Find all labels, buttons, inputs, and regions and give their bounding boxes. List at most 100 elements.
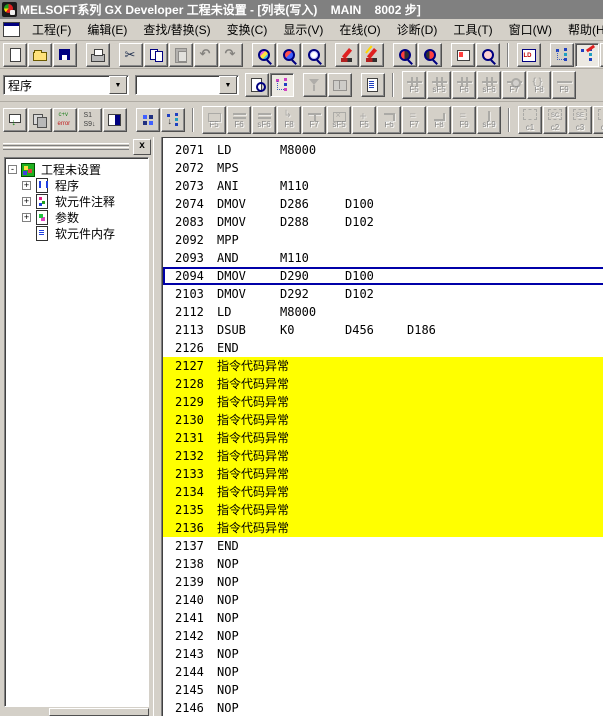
collapse-icon[interactable]: - <box>8 165 17 174</box>
menu-find-replace[interactable]: 查找/替换(S) <box>135 19 218 40</box>
list-row[interactable]: 2134 指令代码异常 <box>163 483 603 501</box>
corner-up-button[interactable]: F6 <box>377 106 401 134</box>
find-string-button[interactable] <box>302 43 326 67</box>
equal-line-button[interactable]: F7 <box>402 106 426 134</box>
list-row[interactable]: 2132 指令代码异常 <box>163 447 603 465</box>
tree-display-button[interactable] <box>161 108 185 132</box>
list-row[interactable]: 2083 DMOV D288 D102 <box>163 213 603 231</box>
write-mode-button[interactable] <box>575 43 599 67</box>
corner-down-button[interactable]: F8 <box>427 106 451 134</box>
close-panel-button[interactable] <box>133 139 151 155</box>
sort-button[interactable] <box>78 108 102 132</box>
list-row[interactable]: 2145 NOP <box>163 681 603 699</box>
list-row[interactable]: 2131 指令代码异常 <box>163 429 603 447</box>
list-row[interactable]: 2093 AND M110 <box>163 249 603 267</box>
list-row[interactable]: 2141 NOP <box>163 609 603 627</box>
list-row[interactable]: 2112 LD M8000 <box>163 303 603 321</box>
list-row[interactable]: 2143 NOP <box>163 645 603 663</box>
contact-open-pulse-button[interactable]: sF5 <box>427 71 451 99</box>
list-row[interactable]: 2074 DMOV D286 D100 <box>163 195 603 213</box>
list-row[interactable]: 2092 MPP <box>163 231 603 249</box>
vertical-line-button[interactable]: sF9 <box>477 106 501 134</box>
contact-close-pulse-button[interactable]: sF6 <box>477 71 501 99</box>
list-row[interactable]: 2146 NOP <box>163 699 603 716</box>
save-button[interactable] <box>53 43 77 67</box>
list-row[interactable]: 2094 DMOV D290 D100 <box>163 267 603 285</box>
new-button[interactable] <box>3 43 27 67</box>
tree-item[interactable]: 软元件内存 <box>8 225 148 241</box>
program-name-combobox[interactable]: ▼ <box>135 75 239 95</box>
horizontal-line-button[interactable]: F9 <box>552 71 576 99</box>
expand-icon[interactable]: + <box>22 181 31 190</box>
program-type-combobox[interactable]: 程序 ▼ <box>3 75 129 95</box>
rising-pulse-button[interactable]: F5 <box>202 106 226 134</box>
connector-c1-button[interactable]: c1 <box>518 106 542 134</box>
connector-c4-button[interactable]: S c4 <box>593 106 603 134</box>
list-row[interactable]: 2136 指令代码异常 <box>163 519 603 537</box>
redo-button[interactable] <box>219 43 243 67</box>
write-during-run-button[interactable] <box>451 43 475 67</box>
macro-list-button[interactable] <box>361 73 385 97</box>
coil-button[interactable]: F7 <box>502 71 526 99</box>
tree-root-project[interactable]: - 工程未设置 <box>8 161 148 177</box>
cut-button[interactable] <box>119 43 143 67</box>
list-row[interactable]: 2126 END <box>163 339 603 357</box>
device-edit-button[interactable] <box>360 43 384 67</box>
menu-diagnostics[interactable]: 诊断(D) <box>389 19 446 40</box>
list-row[interactable]: 2140 NOP <box>163 591 603 609</box>
ladder-mode-button[interactable] <box>517 43 541 67</box>
connector-c3-button[interactable]: SE c3 <box>568 106 592 134</box>
filter-button[interactable] <box>303 73 327 97</box>
list-row[interactable]: 2113 DSUB K0 D456 D186 <box>163 321 603 339</box>
crossed-box-button[interactable]: sF5 <box>327 106 351 134</box>
list-row[interactable]: 2139 NOP <box>163 573 603 591</box>
tree-item[interactable]: + 软元件注释 <box>8 193 148 209</box>
panel-grip[interactable] <box>3 142 131 152</box>
list-row[interactable]: 2071 LD M8000 <box>163 141 603 159</box>
monitor-start-button[interactable] <box>393 43 417 67</box>
device-window-button[interactable] <box>328 73 352 97</box>
tree-item[interactable]: + 程序 <box>8 177 148 193</box>
list-row[interactable]: 2133 指令代码异常 <box>163 465 603 483</box>
chevron-down-icon[interactable]: ▼ <box>109 76 127 94</box>
expand-icon[interactable]: + <box>22 213 31 222</box>
splitter[interactable] <box>153 137 162 716</box>
transfer-setup-button[interactable] <box>3 108 27 132</box>
equal-line2-button[interactable]: F9 <box>452 106 476 134</box>
list-row[interactable]: 2135 指令代码异常 <box>163 501 603 519</box>
list-row[interactable]: 2144 NOP <box>163 663 603 681</box>
menu-view[interactable]: 显示(V) <box>275 19 331 40</box>
tree-item[interactable]: + 参数 <box>8 209 148 225</box>
list-row[interactable]: 2130 指令代码异常 <box>163 411 603 429</box>
menu-online[interactable]: 在线(O) <box>331 19 388 40</box>
list-row[interactable]: 2142 NOP <box>163 627 603 645</box>
list-row[interactable]: 2072 MPS <box>163 159 603 177</box>
contact-open-button[interactable]: F5 <box>402 71 426 99</box>
list-row[interactable]: 2138 NOP <box>163 555 603 573</box>
read-mode-button[interactable] <box>550 43 574 67</box>
vertical-write-button[interactable]: F5 <box>352 106 376 134</box>
device-blocks-button[interactable] <box>136 108 160 132</box>
split-window-button[interactable] <box>103 108 127 132</box>
find-replace-button[interactable] <box>252 43 276 67</box>
undo-button[interactable] <box>194 43 218 67</box>
monitor-condition-button[interactable] <box>476 43 500 67</box>
branch-button[interactable]: F7 <box>302 106 326 134</box>
list-row[interactable]: 2128 指令代码异常 <box>163 375 603 393</box>
contact-close-button[interactable]: F6 <box>452 71 476 99</box>
find-device-button[interactable] <box>277 43 301 67</box>
error-jump-button[interactable] <box>53 108 77 132</box>
child-window-icon[interactable] <box>3 22 20 37</box>
app-icon[interactable] <box>2 2 17 17</box>
list-row[interactable]: 2127 指令代码异常 <box>163 357 603 375</box>
list-row[interactable]: 2137 END <box>163 537 603 555</box>
list-row[interactable]: 2073 ANI M110 <box>163 177 603 195</box>
jump-button[interactable]: F8 <box>277 106 301 134</box>
menu-tools[interactable]: 工具(T) <box>445 19 500 40</box>
list-row[interactable]: 2129 指令代码异常 <box>163 393 603 411</box>
connector-c2-button[interactable]: SC c2 <box>543 106 567 134</box>
structure-display-button[interactable] <box>270 73 294 97</box>
comment-display-button[interactable] <box>245 73 269 97</box>
rung-lines2-button[interactable]: sF6 <box>252 106 276 134</box>
copy-button[interactable] <box>144 43 168 67</box>
